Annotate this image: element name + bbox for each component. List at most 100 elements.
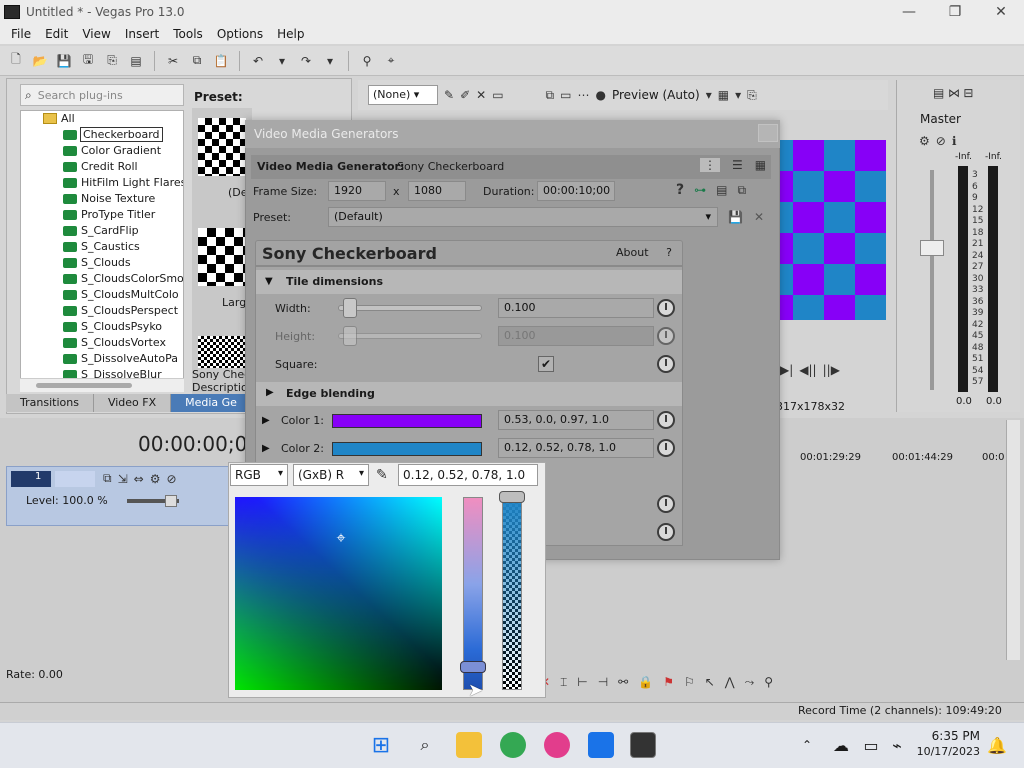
- preview-quality-select[interactable]: Preview (Auto): [612, 88, 700, 102]
- save-icon[interactable]: 💾: [54, 51, 74, 71]
- security-shield-icon[interactable]: [588, 732, 614, 758]
- mute-icon[interactable]: ⊘: [936, 134, 946, 148]
- search-icon[interactable]: ⌕: [412, 732, 438, 758]
- animate-param-icon[interactable]: [657, 523, 675, 541]
- color2-value-input[interactable]: 0.12, 0.52, 0.78, 1.0: [498, 438, 654, 458]
- color-value-input[interactable]: 0.12, 0.52, 0.78, 1.0: [398, 464, 538, 486]
- preset-thumb-small[interactable]: [198, 336, 246, 368]
- parent-icon[interactable]: ⇲: [118, 471, 128, 486]
- trim-end-icon[interactable]: ⊣: [598, 675, 608, 689]
- close-button[interactable]: ✕: [978, 4, 1024, 20]
- menu-tools[interactable]: Tools: [166, 27, 210, 41]
- paste-icon[interactable]: 📋: [211, 51, 231, 71]
- trim-start-icon[interactable]: ⊢: [577, 675, 587, 689]
- next-frame-icon[interactable]: ▶|: [780, 363, 793, 377]
- tab-transitions[interactable]: Transitions: [6, 394, 94, 412]
- animate-color2-icon[interactable]: [657, 439, 675, 457]
- redo-dropdown-icon[interactable]: ▾: [320, 51, 340, 71]
- dim-icon[interactable]: ⋈: [948, 86, 960, 100]
- cloud-icon[interactable]: ☁: [828, 732, 854, 758]
- cut-icon[interactable]: ✂: [163, 51, 183, 71]
- plugin-item[interactable]: S_CloudsVortex: [21, 335, 183, 351]
- chevron-down-icon[interactable]: ▾: [735, 88, 741, 102]
- track-motion-icon[interactable]: ⇔: [134, 471, 144, 486]
- plugin-item[interactable]: ProType Titler: [21, 207, 183, 223]
- windows-start-icon[interactable]: ⊞: [368, 732, 394, 758]
- plugin-item[interactable]: S_Caustics: [21, 239, 183, 255]
- pan-crop-icon[interactable]: ▤: [716, 182, 727, 198]
- chevron-up-icon[interactable]: ⌃: [794, 732, 820, 758]
- square-checkbox[interactable]: ✔: [538, 356, 554, 372]
- height-value-input[interactable]: 0.100: [498, 326, 654, 346]
- plugin-item-checkerboard[interactable]: Checkerboard: [21, 127, 183, 143]
- edge-blending-section[interactable]: Edge blending: [256, 382, 682, 406]
- tile-dimensions-section[interactable]: Tile dimensions: [256, 270, 682, 294]
- red-channel-knob[interactable]: [460, 661, 486, 673]
- previous-frame-icon[interactable]: ◀||: [799, 363, 816, 377]
- gear-icon[interactable]: ⚙: [919, 134, 930, 148]
- enable-snapping-icon[interactable]: ⚲: [357, 51, 377, 71]
- preview-fx-icon[interactable]: ⧉: [546, 88, 555, 103]
- dialog-close-button[interactable]: [758, 124, 778, 142]
- vegas-taskbar-icon[interactable]: [630, 732, 656, 758]
- render-icon[interactable]: ⎘: [102, 51, 122, 71]
- color-axis-select[interactable]: (GxB) R ▾: [293, 464, 369, 486]
- plugin-item[interactable]: HitFilm Light Flares: [21, 175, 183, 191]
- animate-param-icon[interactable]: [657, 495, 675, 513]
- menu-file[interactable]: File: [4, 27, 38, 41]
- plugin-item[interactable]: Noise Texture: [21, 191, 183, 207]
- lock-icon[interactable]: 🔒: [638, 675, 653, 689]
- about-button[interactable]: About: [616, 246, 649, 259]
- menu-help[interactable]: Help: [270, 27, 311, 41]
- duration-input[interactable]: 00:00:10;00: [537, 181, 615, 201]
- width-slider-knob[interactable]: [343, 298, 357, 318]
- width-slider[interactable]: [338, 305, 482, 311]
- record-icon[interactable]: ●: [595, 88, 605, 102]
- chevron-down-icon[interactable]: ▾: [706, 88, 712, 102]
- plugin-item[interactable]: S_CloudsPerspect: [21, 303, 183, 319]
- chrome-icon[interactable]: [500, 732, 526, 758]
- plugin-chain-icon[interactable]: ⧉: [737, 182, 746, 198]
- view-grid-icon[interactable]: ▦: [755, 158, 766, 172]
- copy-icon[interactable]: ⧉: [187, 51, 207, 71]
- plugin-item[interactable]: S_DissolveAutoPa: [21, 351, 183, 367]
- menu-view[interactable]: View: [75, 27, 117, 41]
- plugin-item[interactable]: S_CardFlip: [21, 223, 183, 239]
- trimmer-media-select[interactable]: (None) ▾: [368, 85, 438, 105]
- height-slider-knob[interactable]: [343, 326, 357, 346]
- menu-options[interactable]: Options: [210, 27, 270, 41]
- mute-icon[interactable]: ⊘: [166, 471, 176, 486]
- height-slider[interactable]: [338, 333, 482, 339]
- plugin-item[interactable]: S_Clouds: [21, 255, 183, 271]
- help-icon[interactable]: ?: [676, 182, 684, 198]
- tab-video-fx[interactable]: Video FX: [94, 394, 172, 412]
- frame-width-input[interactable]: 1920: [328, 181, 386, 201]
- color2-swatch[interactable]: [332, 442, 482, 456]
- minimize-button[interactable]: —: [886, 4, 932, 20]
- next-frame-icon[interactable]: ||▶: [823, 363, 840, 377]
- fx-icon[interactable]: ✎: [444, 88, 454, 102]
- menu-insert[interactable]: Insert: [118, 27, 166, 41]
- tab-media-generators[interactable]: Media Ge: [171, 394, 252, 412]
- notification-bell-icon[interactable]: 🔔: [984, 732, 1010, 758]
- tree-root-all[interactable]: All: [21, 111, 183, 127]
- animate-color1-icon[interactable]: [657, 411, 675, 429]
- undo-dropdown-icon[interactable]: ▾: [272, 51, 292, 71]
- timeline-vertical-scrollbar[interactable]: [1006, 420, 1020, 660]
- brush-icon[interactable]: ✐: [460, 88, 470, 102]
- lock-icon[interactable]: ⊟: [963, 86, 973, 100]
- animate-height-icon[interactable]: [657, 327, 675, 345]
- save-as-icon[interactable]: 🖫: [78, 51, 98, 71]
- plugin-item[interactable]: S_CloudsMultColo: [21, 287, 183, 303]
- plugin-item[interactable]: S_CloudsPsyko: [21, 319, 183, 335]
- animate-square-icon[interactable]: [657, 355, 675, 373]
- maximize-button[interactable]: ❐: [932, 4, 978, 20]
- open-icon[interactable]: 📂: [30, 51, 50, 71]
- split-icon[interactable]: ⚯: [618, 675, 628, 689]
- plugin-item[interactable]: Color Gradient: [21, 143, 183, 159]
- frame-height-input[interactable]: 1080: [408, 181, 466, 201]
- overlays-icon[interactable]: ▦: [718, 88, 729, 102]
- auto-ripple-icon[interactable]: ⤳: [745, 675, 755, 690]
- plugin-item[interactable]: S_CloudsColorSmo: [21, 271, 183, 287]
- app-icon[interactable]: [544, 732, 570, 758]
